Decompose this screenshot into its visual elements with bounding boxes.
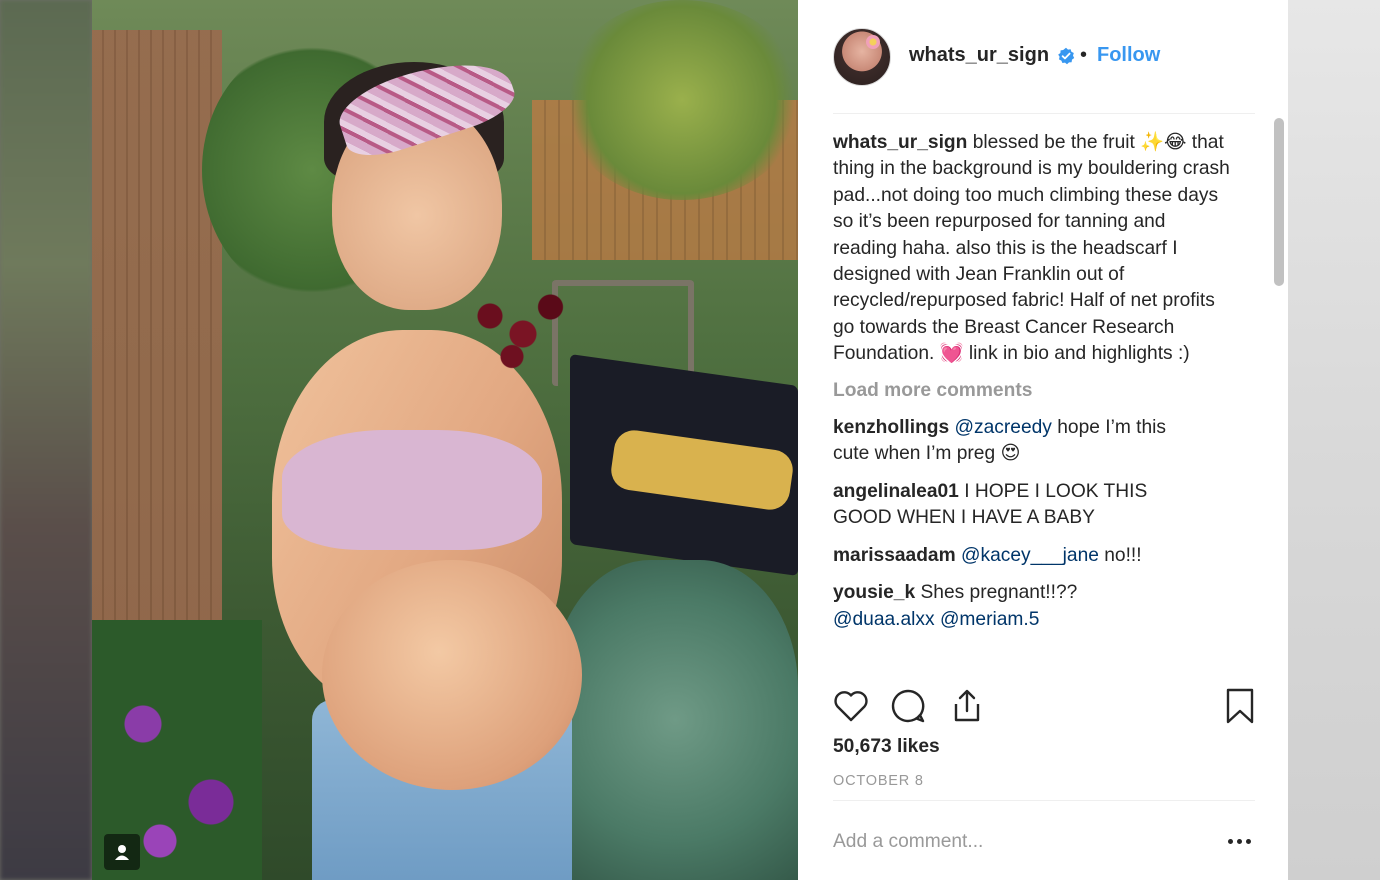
more-dot (1245, 838, 1251, 844)
scrollbar-thumb[interactable] (1274, 118, 1284, 286)
header-separator: • (1080, 44, 1088, 66)
follow-button[interactable]: Follow (1097, 44, 1160, 67)
post-side-panel: whats_ur_sign • Follow whats_ur_sign ble… (798, 0, 1288, 880)
comment-mention[interactable]: @duaa.alxx @meriam.5 (833, 609, 1039, 630)
comment-item: marissaadam @kacey___jane no!!! (833, 543, 1233, 569)
comment-mention[interactable]: @kacey___jane (961, 545, 1099, 566)
comment-item: yousie_k Shes pregnant!!?? @duaa.alxx @m… (833, 580, 1233, 633)
likes-count[interactable]: 50,673 likes (833, 736, 940, 758)
user-tag-icon[interactable] (104, 834, 140, 870)
comments-scrollbar[interactable] (1272, 118, 1286, 670)
heart-icon[interactable] (831, 686, 871, 726)
photo-belly (322, 560, 582, 790)
add-comment-input[interactable] (833, 826, 1213, 858)
more-options-icon[interactable] (1224, 826, 1254, 856)
post-date[interactable]: OCTOBER 8 (833, 773, 924, 789)
photo-plants (552, 560, 798, 880)
header-username[interactable]: whats_ur_sign (909, 44, 1049, 67)
photo-grapes (468, 280, 578, 370)
comment-mention[interactable]: @zacreedy (955, 417, 1052, 438)
header-divider (833, 113, 1255, 114)
comment-username[interactable]: marissaadam (833, 545, 956, 566)
speech-bubble-icon[interactable] (888, 686, 928, 726)
verified-badge-icon (1058, 47, 1075, 65)
comment-item: kenzhollings @zacreedy hope I’m this cut… (833, 415, 1233, 468)
load-more-comments-button[interactable]: Load more comments (833, 378, 1233, 404)
comment-username[interactable]: yousie_k (833, 582, 915, 603)
post-caption: whats_ur_sign blessed be the fruit ✨😂 th… (833, 130, 1233, 368)
comment-text: Shes pregnant!!?? (920, 582, 1078, 604)
avatar[interactable] (833, 28, 891, 86)
comments-list[interactable]: whats_ur_sign blessed be the fruit ✨😂 th… (833, 130, 1233, 670)
post-header: whats_ur_sign • Follow (798, 0, 1288, 114)
photo-bra (282, 430, 542, 550)
avatar-flower (866, 35, 880, 49)
photo-tree (562, 0, 798, 200)
comment-username[interactable]: kenzhollings (833, 417, 949, 438)
comment-item: angelinalea01 I HOPE I LOOK THIS GOOD WH… (833, 479, 1233, 532)
caption-username[interactable]: whats_ur_sign (833, 132, 967, 153)
comment-text: no!!! (1098, 544, 1142, 566)
bookmark-icon[interactable] (1220, 686, 1260, 726)
background-blur-left (0, 0, 92, 880)
post-photo[interactable] (92, 0, 798, 880)
footer-divider (833, 800, 1255, 801)
share-icon[interactable] (947, 686, 987, 726)
more-dot (1236, 838, 1242, 844)
caption-text: blessed be the fruit ✨😂 that thing in th… (833, 132, 1230, 365)
more-dot (1227, 838, 1233, 844)
background-blur-right (1288, 0, 1380, 880)
comment-username[interactable]: angelinalea01 (833, 481, 959, 502)
photo-fence (92, 30, 222, 670)
